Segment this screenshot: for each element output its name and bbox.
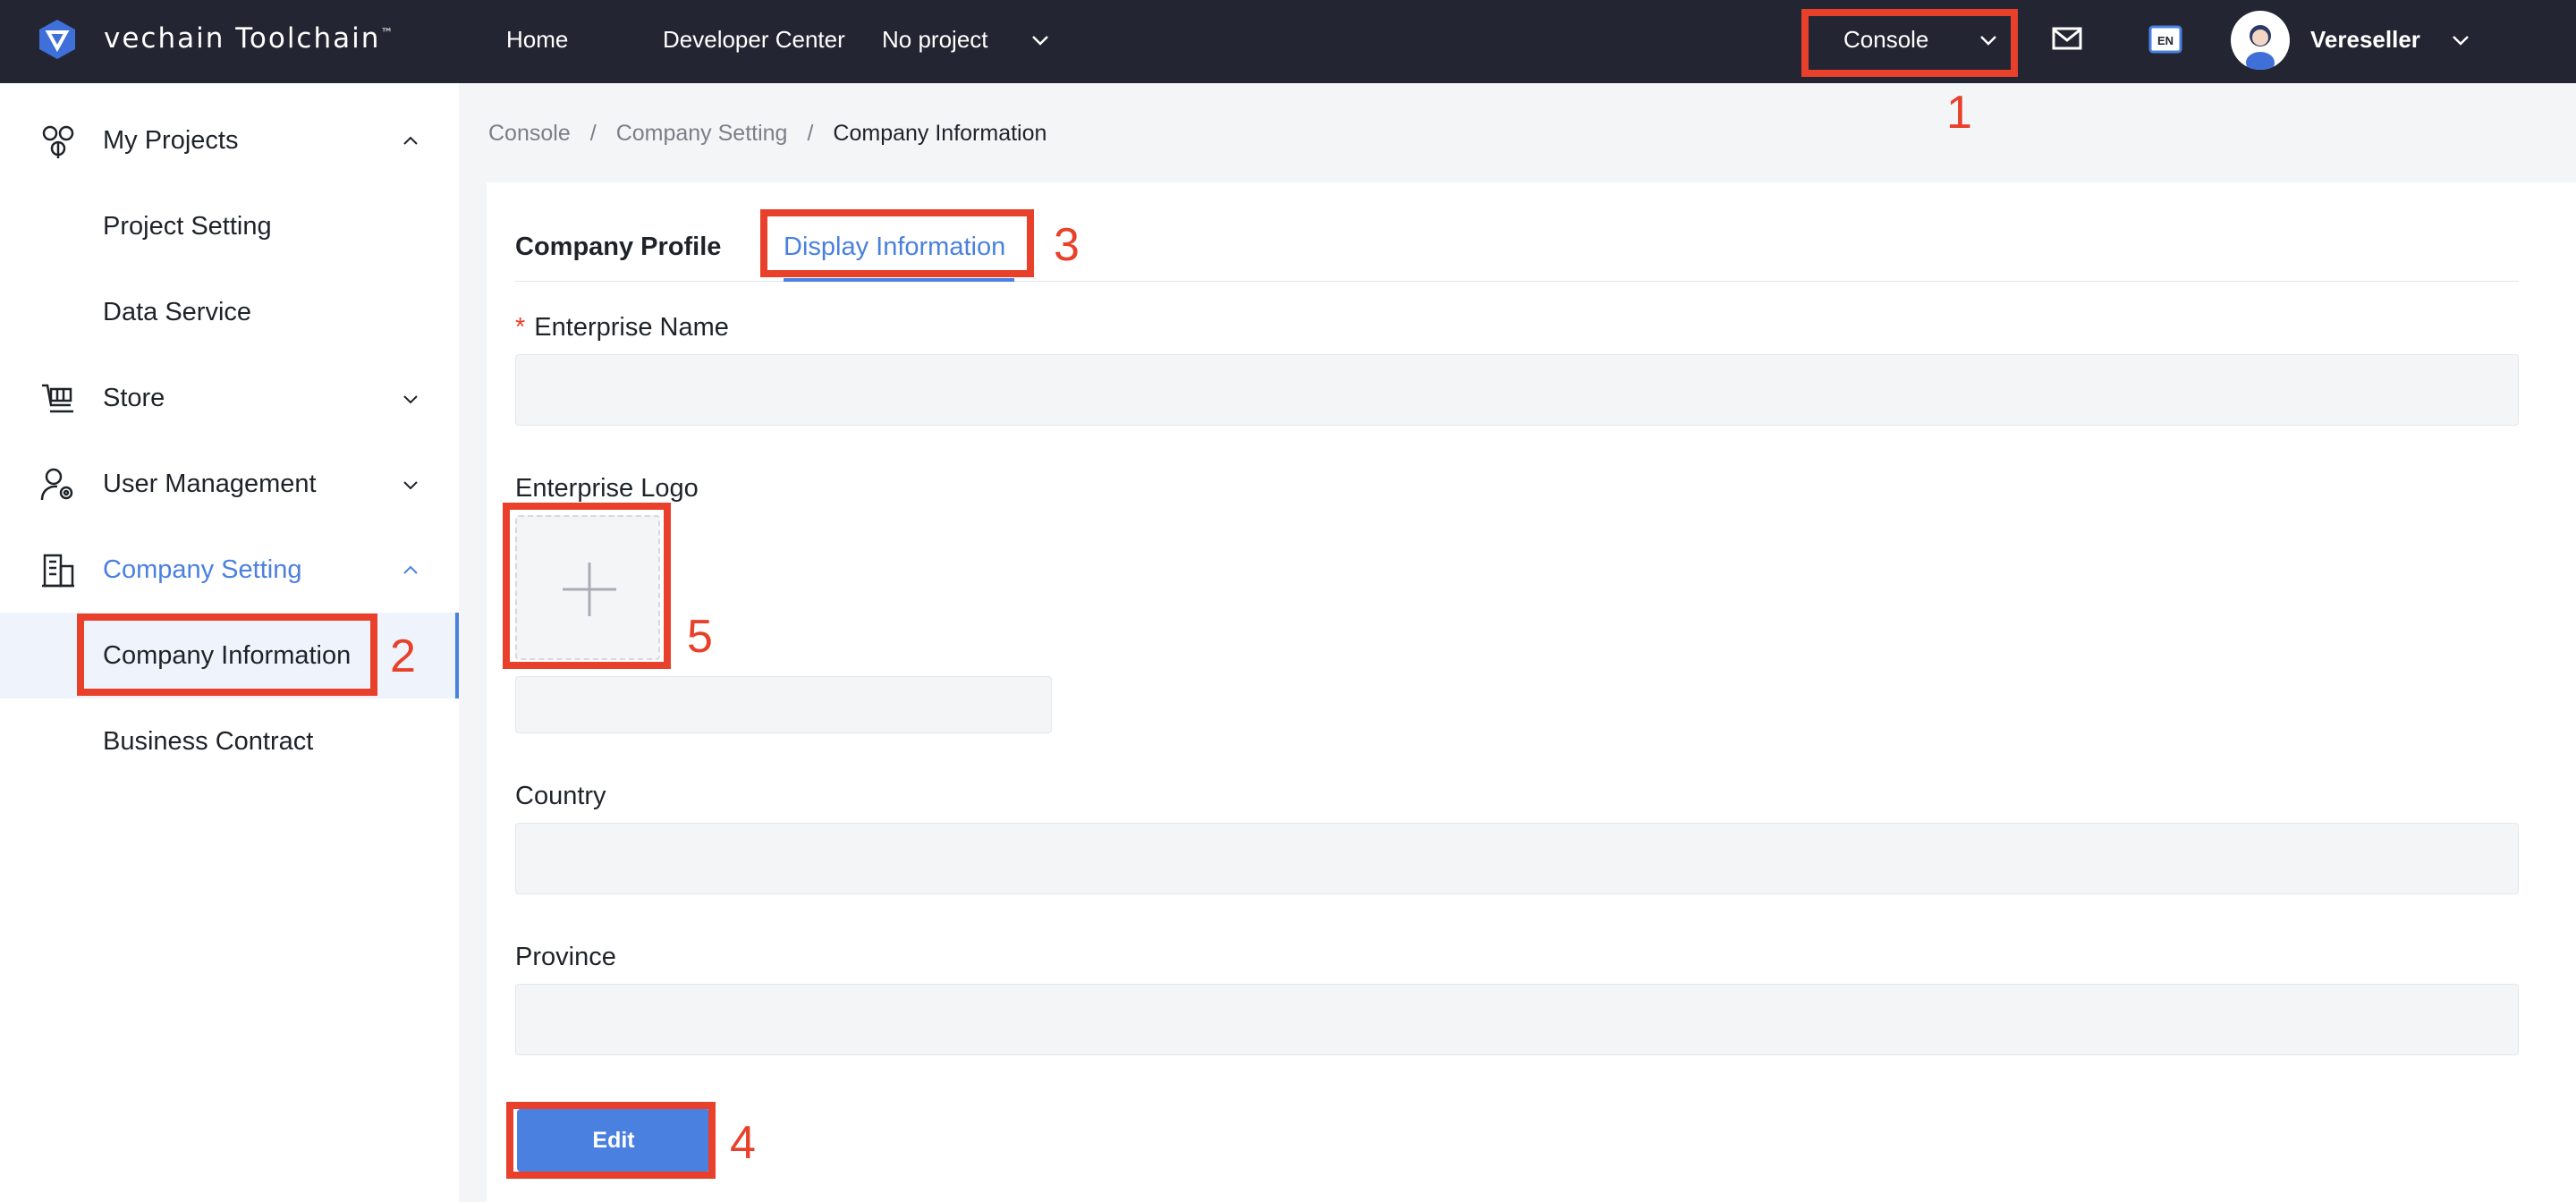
sidebar-item-user-management[interactable]: User Management xyxy=(0,441,459,527)
sidebar-item-label: Data Service xyxy=(103,298,252,326)
sidebar-item-business-contract[interactable]: Business Contract xyxy=(0,698,459,784)
annotation-box-1 xyxy=(1801,9,2018,77)
breadcrumb-current: Company Information xyxy=(833,121,1047,146)
cube-network-icon xyxy=(39,123,77,160)
required-marker: * xyxy=(515,313,526,342)
breadcrumb-separator: / xyxy=(807,121,814,146)
annotation-number-2: 2 xyxy=(390,631,416,682)
chevron-down-icon[interactable] xyxy=(2449,29,2472,52)
sidebar-item-label: Store xyxy=(103,384,165,412)
brand-name[interactable]: vechain Toolchain™ xyxy=(104,22,394,55)
breadcrumb-separator: / xyxy=(589,121,597,146)
mail-icon[interactable] xyxy=(2051,25,2083,52)
annotation-number-5: 5 xyxy=(687,611,713,663)
chevron-up-icon xyxy=(399,559,422,582)
chevron-down-icon xyxy=(399,387,422,411)
language-en-icon[interactable]: EN xyxy=(2148,25,2182,54)
logo-caption-field[interactable] xyxy=(515,676,1052,733)
top-navigation-bar: vechain Toolchain™ Home Developer Center… xyxy=(0,0,2576,83)
chevron-up-icon xyxy=(399,130,422,153)
tab-company-profile[interactable]: Company Profile xyxy=(515,233,721,262)
username[interactable]: Vereseller xyxy=(2310,26,2420,54)
sidebar-item-data-service[interactable]: Data Service xyxy=(0,269,459,355)
annotation-box-3 xyxy=(760,209,1034,277)
province-label: Province xyxy=(515,943,616,971)
store-icon xyxy=(39,380,77,418)
vechain-logo-icon[interactable] xyxy=(36,18,79,61)
enterprise-logo-label: Enterprise Logo xyxy=(515,474,699,503)
user-gear-icon xyxy=(39,466,77,504)
chevron-down-icon xyxy=(399,473,422,496)
breadcrumb-company-setting[interactable]: Company Setting xyxy=(616,121,788,146)
nav-home[interactable]: Home xyxy=(506,26,568,54)
enterprise-name-label: * Enterprise Name xyxy=(515,313,729,342)
sidebar-item-project-setting[interactable]: Project Setting xyxy=(0,183,459,269)
country-label: Country xyxy=(515,782,606,810)
building-icon xyxy=(39,552,77,589)
annotation-number-1: 1 xyxy=(1946,87,1972,139)
sidebar-item-label: My Projects xyxy=(103,126,239,155)
sidebar-item-label: User Management xyxy=(103,470,317,498)
project-select[interactable]: No project xyxy=(882,26,988,54)
active-tab-indicator xyxy=(784,278,1014,282)
sidebar-item-label: Project Setting xyxy=(103,212,272,241)
nav-developer-center[interactable]: Developer Center xyxy=(663,26,845,54)
annotation-number-3: 3 xyxy=(1054,219,1080,271)
sidebar-item-my-projects[interactable]: My Projects xyxy=(0,97,459,183)
sidebar-item-store[interactable]: Store xyxy=(0,355,459,441)
sidebar-item-label: Business Contract xyxy=(103,727,314,756)
annotation-number-4: 4 xyxy=(730,1117,756,1169)
enterprise-name-field[interactable] xyxy=(515,354,2519,426)
sidebar-item-label: Company Setting xyxy=(103,555,302,584)
country-field[interactable] xyxy=(515,823,2519,894)
chevron-down-icon[interactable] xyxy=(1029,29,1052,52)
annotation-box-4 xyxy=(506,1102,716,1179)
svg-text:EN: EN xyxy=(2157,34,2174,47)
breadcrumb: Console / Company Setting / Company Informat… xyxy=(488,121,1046,147)
avatar[interactable] xyxy=(2231,11,2290,70)
annotation-box-2 xyxy=(77,614,377,696)
sidebar-item-company-setting[interactable]: Company Setting xyxy=(0,527,459,613)
breadcrumb-console[interactable]: Console xyxy=(488,121,571,146)
province-field[interactable] xyxy=(515,984,2519,1055)
annotation-box-5 xyxy=(503,503,671,669)
